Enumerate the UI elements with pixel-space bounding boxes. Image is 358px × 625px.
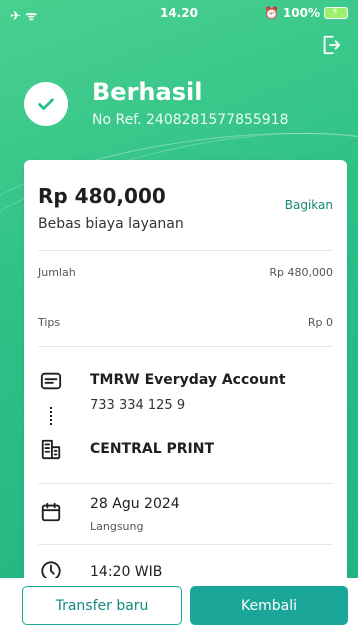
alarm-icon: ⏰ — [263, 6, 279, 20]
calendar-icon — [41, 502, 61, 522]
new-transfer-button[interactable]: Transfer baru — [22, 586, 182, 625]
success-badge — [24, 82, 68, 126]
from-account-number: 733 334 125 9 — [90, 398, 186, 413]
building-icon — [41, 439, 61, 460]
checkmark-icon — [38, 98, 54, 110]
merchant-name: CENTRAL PRINT — [90, 441, 215, 457]
transaction-date: 28 Agu 2024 — [90, 496, 180, 512]
status-right: ⏰ 100% ⚡ — [263, 5, 348, 20]
back-button[interactable]: Kembali — [190, 586, 348, 625]
fee-note: Bebas biaya layanan — [38, 216, 184, 232]
share-link[interactable]: Bagikan — [285, 198, 333, 212]
reference-number: No Ref. 2408281577855918 — [92, 112, 289, 128]
divider — [38, 483, 333, 484]
total-amount: Rp 480,000 — [38, 184, 166, 208]
row-value-amount: Rp 480,000 — [269, 266, 333, 279]
battery-percent: 100% — [282, 6, 320, 20]
status-bar: ✈ ᯤ 14.20 ⏰ 100% ⚡ — [0, 0, 358, 30]
row-value-tips: Rp 0 — [307, 316, 333, 329]
transfer-type: Langsung — [90, 520, 144, 533]
from-account-name: TMRW Everyday Account — [90, 372, 286, 388]
logout-icon[interactable] — [320, 34, 342, 56]
row-label-amount: Jumlah — [38, 266, 76, 279]
connector-dots — [50, 407, 52, 425]
receipt-card: Rp 480,000 Bebas biaya layanan Bagikan J… — [24, 160, 347, 625]
divider — [38, 250, 333, 251]
battery-icon: ⚡ — [324, 5, 348, 19]
divider — [38, 544, 333, 545]
row-label-tips: Tips — [38, 316, 61, 329]
success-title: Berhasil — [92, 78, 203, 106]
card-icon — [40, 372, 62, 390]
divider — [38, 346, 333, 347]
